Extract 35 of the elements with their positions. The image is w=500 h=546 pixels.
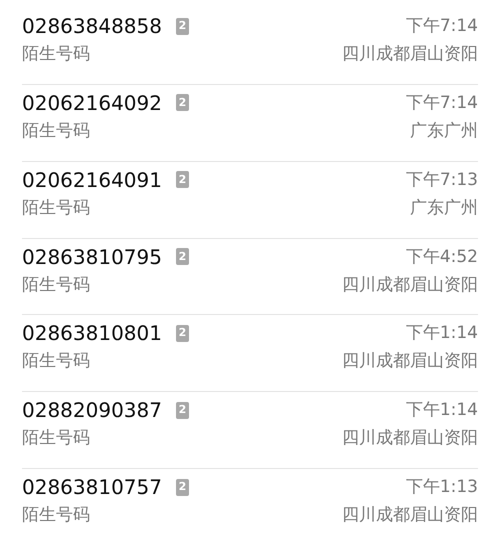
call-time: 下午1:14	[406, 399, 478, 422]
call-time: 下午7:14	[406, 92, 478, 115]
caller-location: 四川成都眉山资阳	[342, 504, 478, 528]
call-time: 下午1:14	[406, 322, 478, 346]
sim-indicator: 2	[176, 402, 189, 419]
caller-label: 陌生号码	[22, 43, 90, 66]
caller-label: 陌生号码	[22, 350, 90, 374]
phone-number: 02863810795	[22, 244, 162, 271]
caller-location: 广东广州	[410, 196, 478, 220]
phone-number: 02062164091	[22, 166, 162, 194]
caller-label: 陌生号码	[22, 196, 90, 220]
caller-location: 广东广州	[410, 120, 478, 143]
sim-indicator: 2	[176, 478, 189, 496]
sim-indicator: 2	[176, 18, 189, 34]
caller-label: 陌生号码	[22, 120, 90, 143]
caller-location: 四川成都眉山资阳	[342, 350, 478, 374]
sim-indicator: 2	[176, 171, 189, 188]
caller-location: 四川成都眉山资阳	[342, 427, 478, 450]
caller-location: 四川成都眉山资阳	[342, 43, 478, 66]
caller-label: 陌生号码	[22, 504, 90, 528]
sim-indicator: 2	[176, 94, 189, 112]
call-time: 下午1:13	[406, 476, 478, 500]
phone-number: 02863810801	[22, 320, 162, 348]
sim-indicator: 2	[176, 248, 189, 266]
phone-number: 02863810757	[22, 474, 162, 502]
phone-number: 02882090387	[22, 397, 162, 424]
caller-label: 陌生号码	[22, 427, 90, 450]
call-time: 下午7:14	[406, 15, 478, 38]
caller-label: 陌生号码	[22, 274, 90, 297]
call-time: 下午7:13	[406, 168, 478, 192]
call-time: 下午4:52	[406, 246, 478, 269]
caller-location: 四川成都眉山资阳	[342, 274, 478, 297]
phone-number: 02863848858	[22, 13, 162, 40]
sim-indicator: 2	[176, 324, 189, 342]
phone-number: 02062164092	[22, 90, 162, 117]
